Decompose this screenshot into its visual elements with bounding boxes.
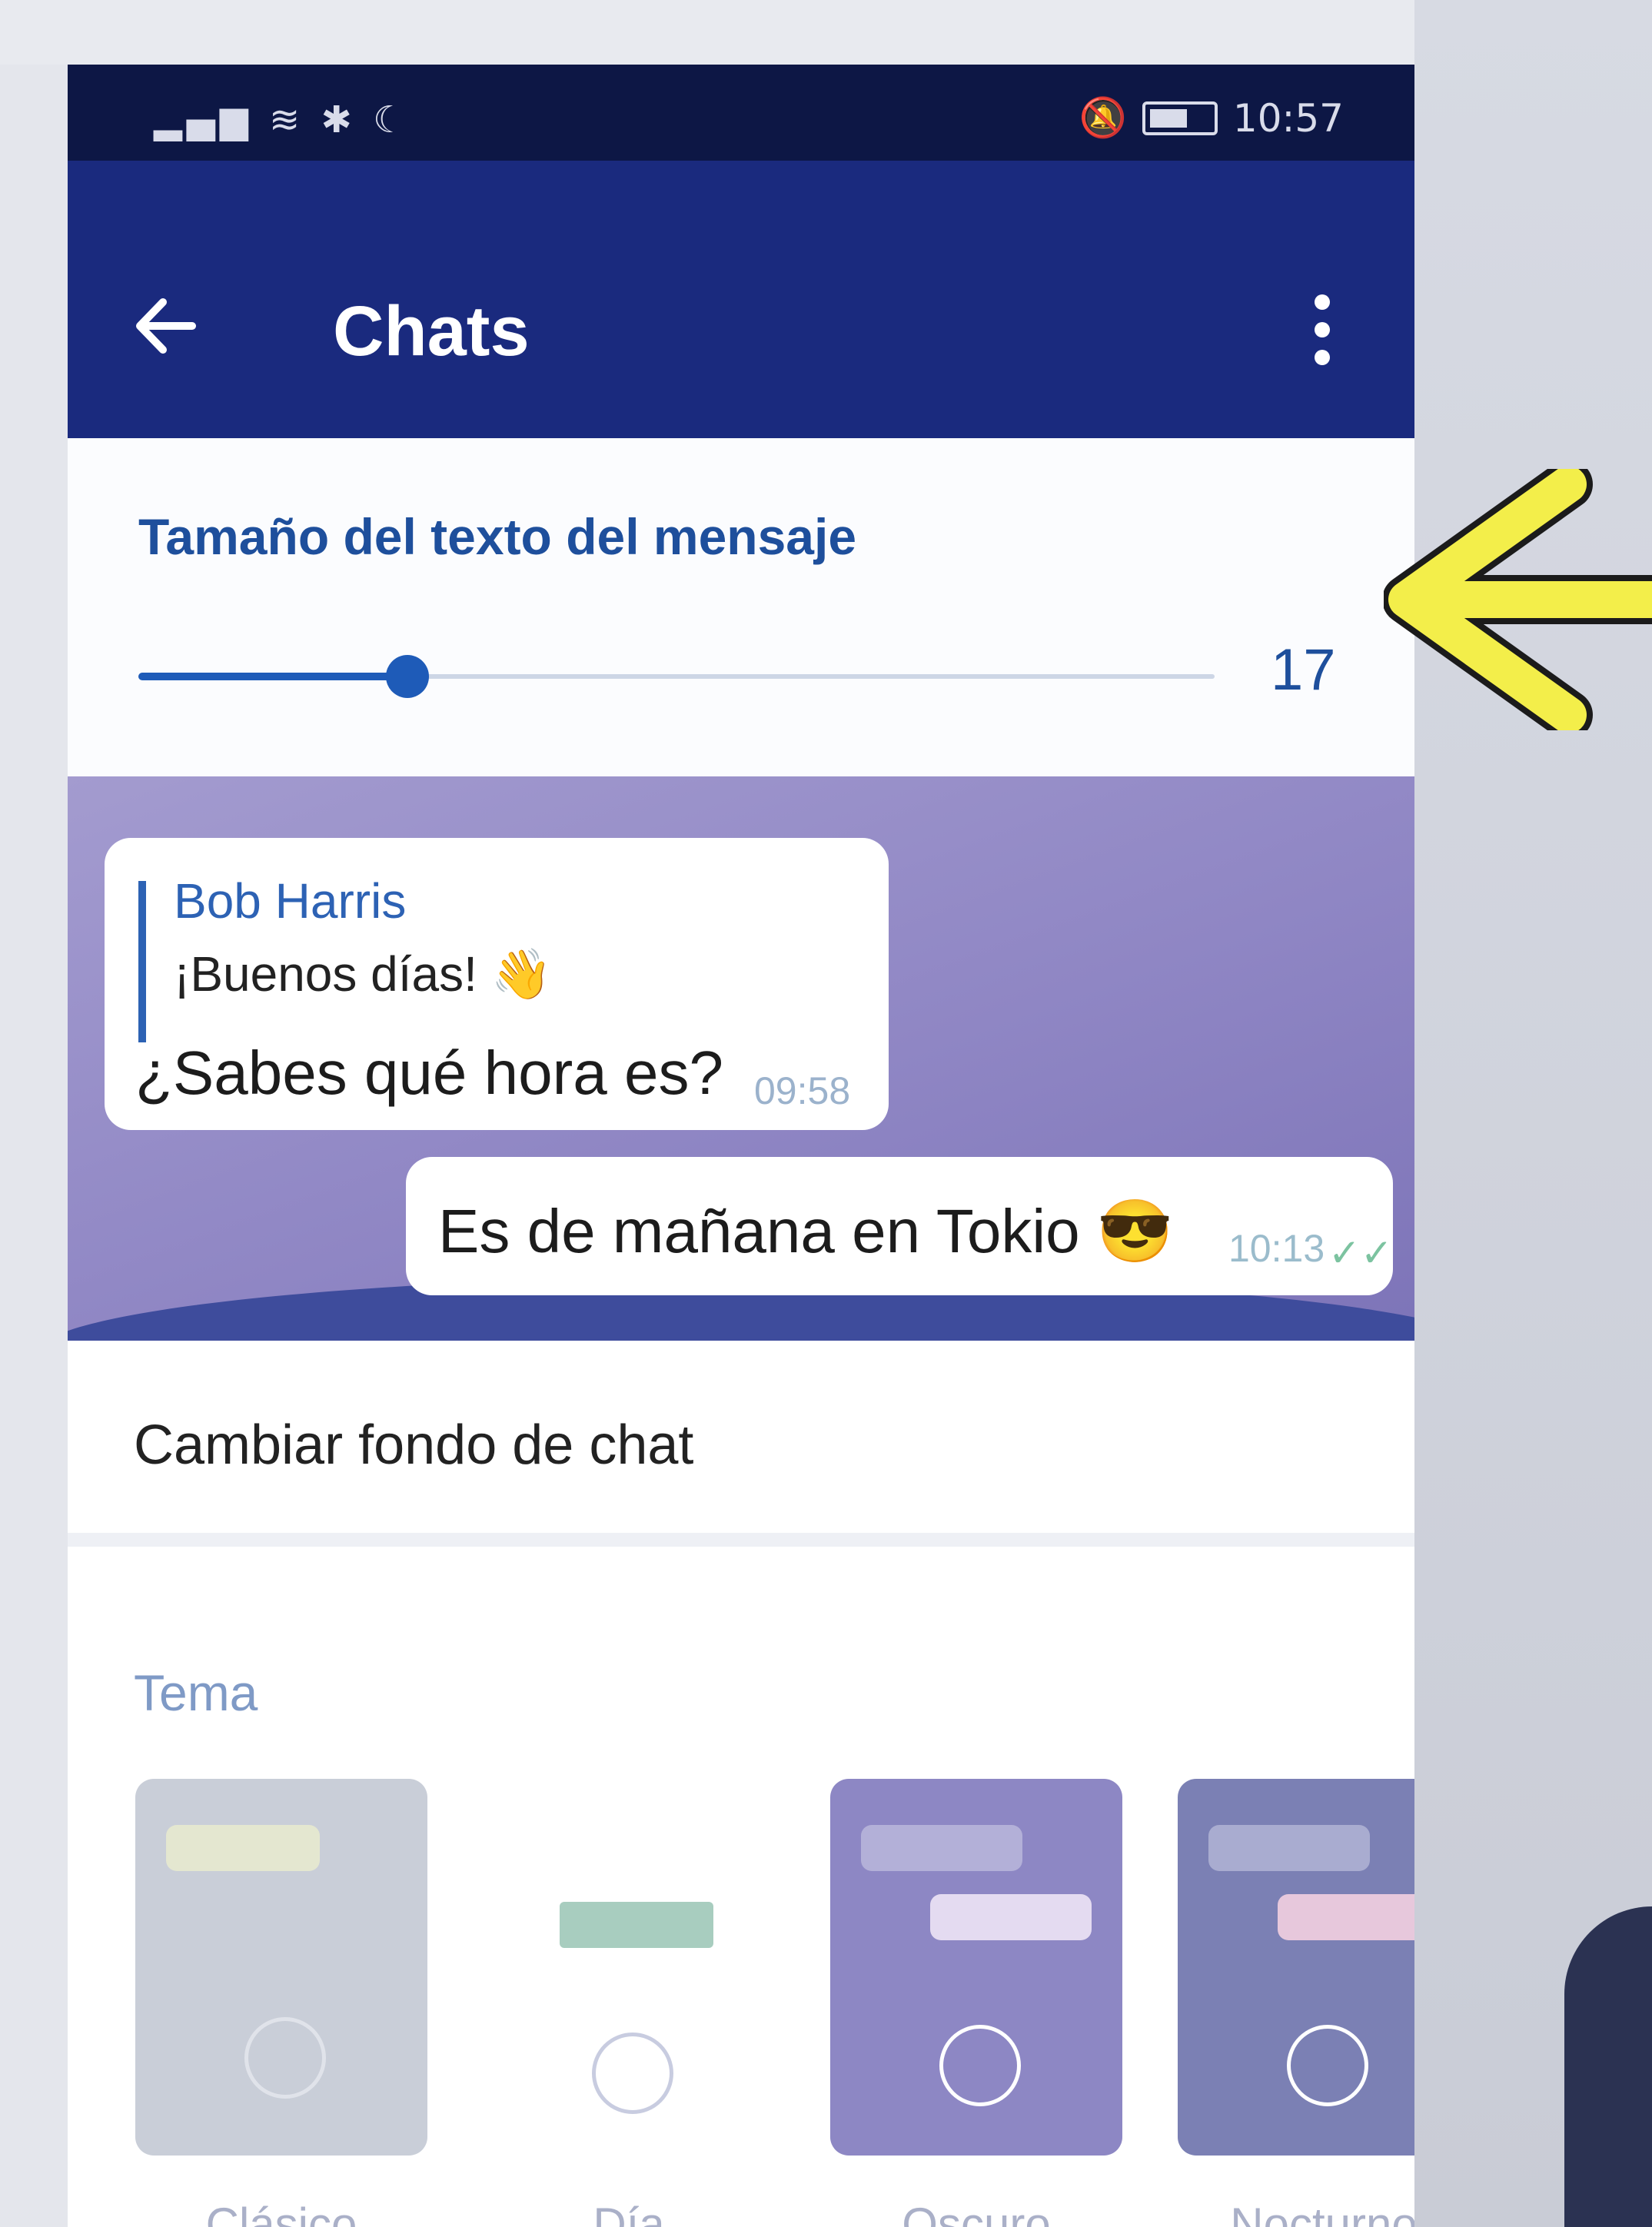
more-options-icon[interactable] [1307,291,1338,368]
reply-sender-name: Bob Harris [174,873,407,929]
theme-label-classic: Clásico [205,2199,357,2227]
phone-screen: ▂▄▆ ≋ ✱ ☾ 🔕 10:57 Chats Tamaño del texto… [68,65,1414,2227]
back-arrow-icon[interactable] [131,291,200,361]
theme-label-dark: Oscuro [902,2199,1051,2227]
photo-top-margin [0,0,1414,65]
status-right: 🔕 10:57 [1079,95,1344,141]
photo-corner-shadow [1564,1906,1652,2227]
slider-thumb[interactable] [386,655,429,698]
theme-preview-bubble [166,1825,320,1871]
incoming-message-text: ¿Sabes qué hora es? [135,1039,723,1107]
outgoing-message-time: 10:13 [1228,1227,1325,1270]
theme-preview-bubble [930,1894,1092,1940]
theme-option-dark[interactable] [830,1779,1122,2156]
page-title: Chats [333,292,530,371]
theme-preview-bubble [560,1902,713,1948]
theme-radio[interactable] [939,2025,1021,2106]
theme-preview-bubble [1208,1825,1370,1871]
app-bar: Chats [68,161,1414,438]
change-chat-background-item[interactable]: Cambiar fondo de chat [134,1414,693,1477]
double-check-icon: ✓✓ [1328,1231,1393,1275]
status-bar: ▂▄▆ ≋ ✱ ☾ 🔕 10:57 [68,65,1414,161]
theme-preview-bubble [861,1825,1022,1871]
battery-icon [1142,101,1218,135]
theme-option-night[interactable] [1178,1779,1414,2156]
incoming-message-bubble: Bob Harris ¡Buenos días! 👋 ¿Sabes qué ho… [105,838,889,1130]
section-divider [68,1533,1414,1547]
theme-section-heading: Tema [134,1664,258,1721]
annotation-arrow-icon [1384,469,1652,730]
status-time: 10:57 [1232,95,1344,141]
reply-text: ¡Buenos días! 👋 [174,946,553,1002]
theme-label-night: Nocturno [1230,2199,1414,2227]
chat-preview: Bob Harris ¡Buenos días! 👋 ¿Sabes qué ho… [68,776,1414,1341]
outgoing-message-bubble: Es de mañana en Tokio 😎 10:13 ✓✓ [406,1157,1393,1295]
theme-option-day[interactable] [483,1779,775,2156]
outgoing-message-text: Es de mañana en Tokio 😎 [438,1197,1174,1265]
slider-fill [138,673,407,680]
theme-preview-bubble [1278,1894,1414,1940]
reply-indicator [138,881,146,1042]
theme-radio[interactable] [592,2033,673,2114]
theme-label-day: Día [593,2199,665,2227]
incoming-message-time: 09:58 [754,1069,851,1112]
text-size-value: 17 [1271,637,1336,703]
theme-option-classic[interactable] [135,1779,427,2156]
status-icons: ▂▄▆ ≋ ✱ ☾ [154,98,411,141]
theme-radio[interactable] [244,2017,326,2099]
text-size-slider[interactable] [138,655,1215,698]
theme-radio[interactable] [1287,2025,1368,2106]
text-size-label: Tamaño del texto del mensaje [138,508,857,565]
text-size-setting: Tamaño del texto del mensaje 17 [68,438,1414,776]
notification-off-icon: 🔕 [1079,95,1127,140]
photo-right-margin [1414,0,1652,2227]
